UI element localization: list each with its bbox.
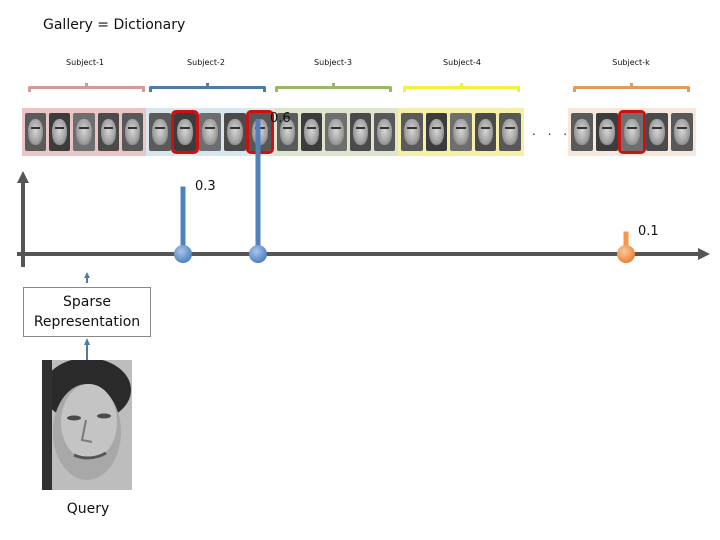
box-label-line2: Representation: [33, 314, 141, 330]
y-axis-arrowhead: [17, 171, 29, 183]
coefficient-marker: [617, 245, 635, 263]
x-axis-arrowhead: [698, 248, 710, 260]
query-face-image: [42, 360, 132, 490]
sparse-representation-box: Sparse Representation: [23, 287, 151, 337]
query-label: Query: [66, 501, 110, 517]
coefficient-marker: [249, 245, 267, 263]
coefficient-label: 0.1: [638, 223, 659, 239]
arrow-to-box-head: [84, 338, 90, 345]
arrow-to-axis-head: [84, 272, 90, 278]
coefficient-marker: [174, 245, 192, 263]
coefficient-label: 0.6: [270, 111, 291, 126]
box-label-line1: Sparse: [62, 294, 111, 310]
coefficient-label: 0.3: [195, 178, 216, 194]
